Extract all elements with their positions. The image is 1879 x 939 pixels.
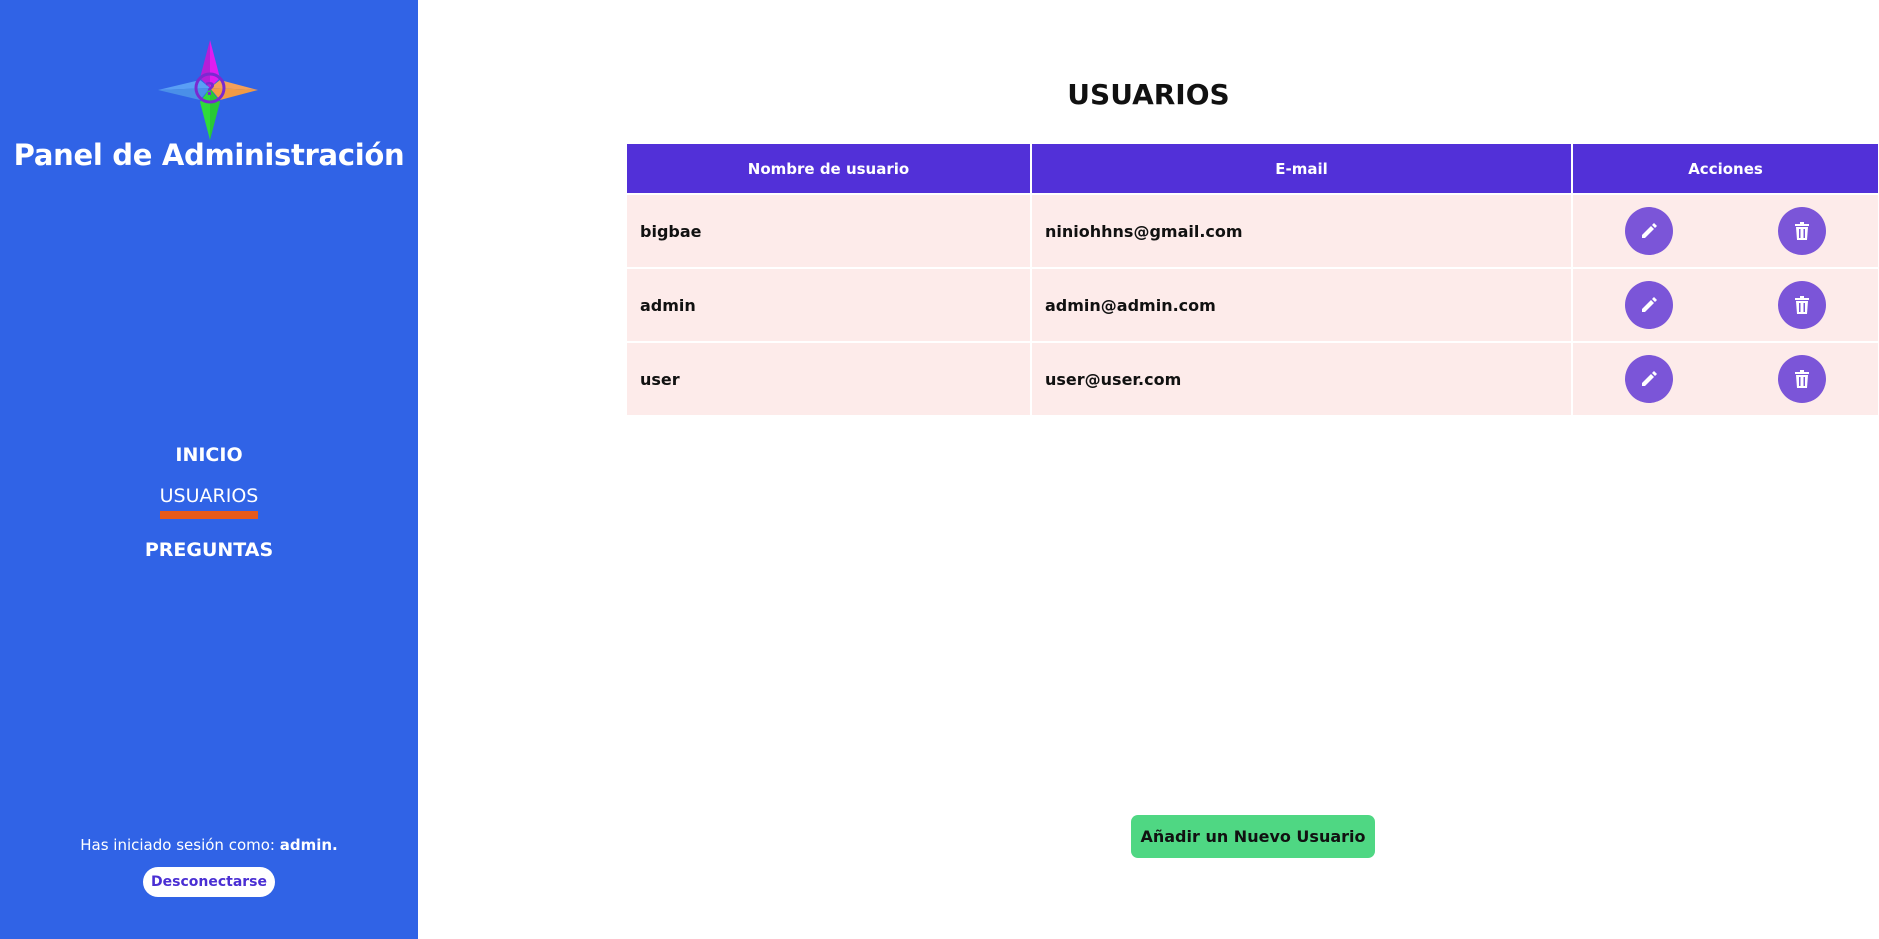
email-cell: user@user.com — [1031, 341, 1573, 415]
logout-button[interactable]: Desconectarse — [143, 867, 275, 897]
actions-cell — [1572, 193, 1878, 268]
pencil-icon — [1642, 371, 1658, 386]
svg-text:?: ? — [205, 79, 215, 100]
users-table: Nombre de usuario E-mail Acciones bigbae… — [627, 144, 1878, 415]
username-cell: user — [627, 341, 1032, 415]
session-info: Has iniciado sesión como: admin. — [0, 836, 418, 854]
sidebar-nav: INICIO USUARIOS PREGUNTAS — [0, 444, 418, 561]
session-username: admin. — [279, 836, 338, 854]
column-header-actions: Acciones — [1572, 144, 1878, 194]
delete-user-button[interactable] — [1777, 355, 1826, 403]
add-user-button[interactable]: Añadir un Nuevo Usuario — [1131, 815, 1375, 858]
session-prefix: Has iniciado sesión como: — [80, 836, 280, 854]
sidebar-item-preguntas[interactable]: PREGUNTAS — [145, 539, 273, 561]
panel-title: Panel de Administración — [13, 138, 405, 172]
edit-user-button[interactable] — [1625, 207, 1674, 255]
pencil-icon — [1642, 223, 1658, 238]
column-header-username: Nombre de usuario — [627, 144, 1032, 194]
actions-cell — [1572, 267, 1878, 342]
compass-question-logo: ? — [158, 40, 258, 140]
email-cell: admin@admin.com — [1031, 267, 1573, 342]
delete-user-button[interactable] — [1777, 281, 1826, 329]
edit-user-button[interactable] — [1625, 355, 1674, 403]
username-cell: admin — [627, 267, 1032, 342]
actions-cell — [1572, 341, 1878, 415]
trash-icon — [1794, 296, 1809, 314]
sidebar-item-inicio[interactable]: INICIO — [175, 444, 242, 466]
sidebar: ? Panel de Administración INICIO USUARIO… — [0, 0, 418, 939]
page-title: USUARIOS — [1067, 78, 1230, 111]
app: ? Panel de Administración INICIO USUARIO… — [0, 0, 1879, 939]
table-row: bigbae niniohhns@gmail.com — [627, 193, 1878, 268]
email-cell: niniohhns@gmail.com — [1031, 193, 1573, 268]
username-cell: bigbae — [627, 193, 1032, 268]
delete-user-button[interactable] — [1777, 207, 1826, 255]
sidebar-item-usuarios[interactable]: USUARIOS — [159, 485, 259, 519]
pencil-icon — [1642, 297, 1658, 312]
table-row: user user@user.com — [627, 341, 1878, 415]
table-header-row: Nombre de usuario E-mail Acciones — [627, 144, 1878, 194]
edit-user-button[interactable] — [1625, 281, 1674, 329]
trash-icon — [1794, 370, 1809, 388]
table-row: admin admin@admin.com — [627, 267, 1878, 342]
trash-icon — [1794, 222, 1809, 240]
column-header-email: E-mail — [1031, 144, 1573, 194]
